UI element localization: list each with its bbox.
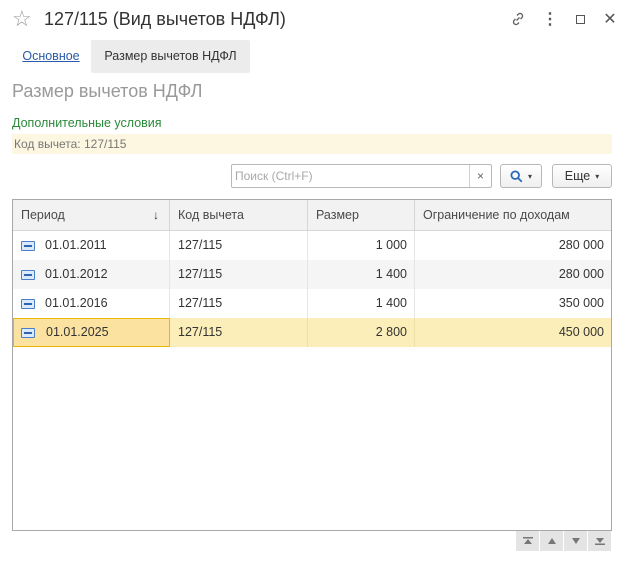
cell-code: 127/115 [170, 260, 308, 289]
down-icon [571, 538, 580, 544]
column-header-label: Период [21, 208, 65, 222]
record-icon [21, 241, 35, 251]
period-value: 01.01.2016 [45, 296, 108, 310]
column-header-income-limit[interactable]: Ограничение по доходам [415, 200, 611, 230]
first-icon [522, 537, 533, 544]
cell-income-limit: 280 000 [558, 238, 604, 252]
column-header-size[interactable]: Размер [308, 200, 415, 230]
go-first-button[interactable] [515, 531, 539, 551]
cell-period: 01.01.2016 [13, 289, 170, 318]
table-row[interactable]: 01.01.2011 127/115 1 000 280 000 [13, 231, 611, 260]
cell-size: 1 400 [308, 260, 415, 289]
cell-code: 127/115 [170, 231, 308, 260]
go-down-button[interactable] [563, 531, 587, 551]
go-last-button[interactable] [587, 531, 611, 551]
table-row[interactable]: 01.01.2012 127/115 1 400 280 000 [13, 260, 611, 289]
cell-period: 01.01.2011 [13, 231, 170, 260]
deduction-size-table[interactable]: Период ↓ Код вычета Размер Ограничение п… [12, 199, 612, 531]
search-options-button[interactable]: ▾ [500, 164, 542, 188]
filter-bar: Код вычета: 127/115 [12, 134, 612, 154]
period-value: 01.01.2011 [45, 238, 107, 252]
cell-income-limit: 350 000 [558, 296, 604, 310]
cell-income-limit: 450 000 [558, 325, 604, 339]
cell-period: 01.01.2012 [13, 260, 170, 289]
record-icon [21, 328, 35, 338]
star-icon[interactable]: ☆ [12, 6, 32, 32]
tab-deduction-sizes[interactable]: Размер вычетов НДФЛ [91, 40, 250, 73]
chevron-down-icon: ▾ [527, 171, 532, 181]
page-title: Размер вычетов НДФЛ [12, 81, 203, 101]
last-icon [594, 538, 605, 545]
tab-main[interactable]: Основное [12, 40, 90, 72]
cell-code: 127/115 [170, 318, 308, 347]
title-bar: ☆ 127/115 (Вид вычетов НДФЛ) ⋮ ✕ [0, 0, 632, 38]
magnifier-icon [510, 169, 523, 182]
more-vert-icon[interactable]: ⋮ [540, 9, 560, 29]
table-header: Период ↓ Код вычета Размер Ограничение п… [13, 200, 611, 231]
cell-income-limit: 280 000 [558, 267, 604, 281]
close-icon[interactable]: ✕ [600, 9, 620, 29]
up-icon [547, 538, 556, 544]
column-header-code[interactable]: Код вычета [170, 200, 308, 230]
search-box: × [231, 164, 492, 188]
filter-text: Код вычета: 127/115 [14, 137, 127, 151]
additional-conditions-link[interactable]: Дополнительные условия [12, 115, 162, 131]
window-title: 127/115 (Вид вычетов НДФЛ) [44, 9, 286, 29]
cell-code: 127/115 [170, 289, 308, 318]
period-value: 01.01.2012 [45, 267, 108, 281]
table-row-selected[interactable]: 01.01.2025 127/115 2 800 450 000 [13, 318, 611, 347]
link-icon[interactable] [508, 9, 528, 29]
maximize-icon[interactable] [570, 9, 590, 29]
cell-size: 1 400 [308, 289, 415, 318]
chevron-down-icon: ▾ [595, 171, 600, 181]
period-value: 01.01.2025 [46, 325, 109, 339]
table-navigation [515, 531, 612, 551]
record-icon [21, 270, 35, 280]
more-actions-button[interactable]: Еще ▾ [552, 164, 612, 188]
table-row[interactable]: 01.01.2016 127/115 1 400 350 000 [13, 289, 611, 318]
column-header-period[interactable]: Период ↓ [13, 200, 170, 230]
go-up-button[interactable] [539, 531, 563, 551]
cell-period: 01.01.2025 [13, 318, 170, 347]
sort-desc-icon: ↓ [153, 208, 159, 222]
search-input[interactable] [232, 165, 470, 187]
record-icon [21, 299, 35, 309]
cell-size: 2 800 [308, 318, 415, 347]
more-actions-label: Еще [564, 169, 591, 183]
cell-size: 1 000 [308, 231, 415, 260]
clear-search-button[interactable]: × [469, 165, 491, 187]
